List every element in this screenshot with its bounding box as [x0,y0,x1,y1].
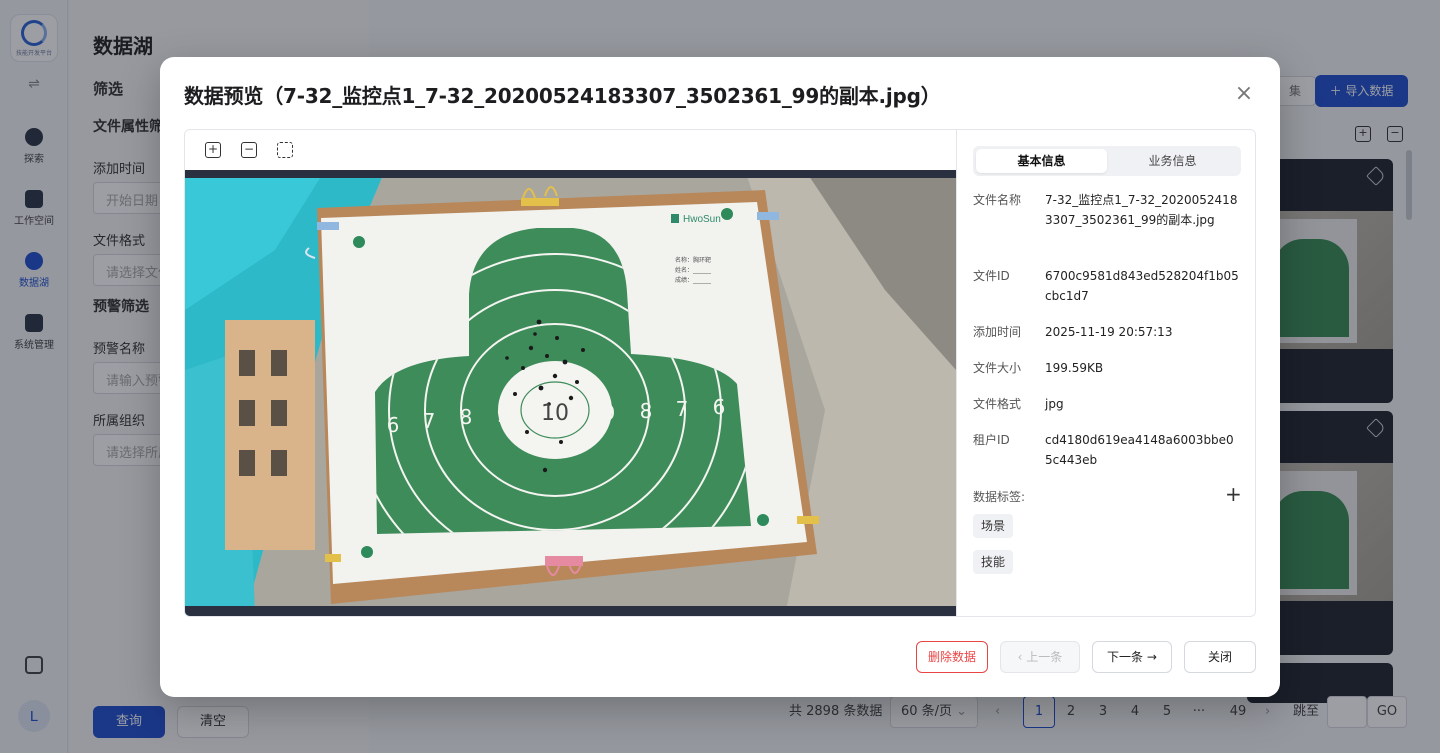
tag-chip[interactable]: 技能 [973,550,1014,574]
chevron-left-icon: ‹ [1017,650,1027,664]
modal-title: 数据预览（7-32_监控点1_7-32_20200524183307_35023… [184,84,941,108]
ring-number: 6 [387,413,400,437]
next-button[interactable]: 下一条 → [1092,641,1172,673]
close-button[interactable]: 关闭 [1184,641,1256,673]
field-key: 文件ID [973,269,1010,283]
zoom-in-icon[interactable]: + [205,142,221,158]
field-key: 文件名称 [973,193,1022,207]
field-value: cd4180d619ea4148a6003bbe05c443eb [1045,433,1234,467]
data-preview-modal: 数据预览（7-32_监控点1_7-32_20200524183307_35023… [160,57,1280,697]
info-panel: 基本信息 业务信息 文件名称 7-32_监控点1_7-32_2020052418… [956,130,1255,616]
field-value: 6700c9581d843ed528204f1b05cbc1d7 [1045,269,1239,303]
field-value: 199.59KB [1045,361,1104,375]
ring-number: 8 [460,405,473,429]
tab-business-info[interactable]: 业务信息 [1107,149,1238,173]
fit-screen-icon[interactable] [277,142,293,158]
tag-chip[interactable]: 场景 [973,514,1014,538]
form-line: 成绩：______ [675,276,712,284]
ring-number: 7 [676,397,689,421]
preview-viewer: + − 6 7 8 9 9 8 7 6 10 HwoSun 名称：胸环靶 姓名：… [184,129,1256,617]
ring-number: 7 [423,409,436,433]
field-key: 文件格式 [973,397,1022,411]
ring-number: 6 [713,395,726,419]
target-photo: 6 7 8 9 9 8 7 6 10 HwoSun 名称：胸环靶 姓名：____… [185,170,956,616]
preview-image[interactable]: 6 7 8 9 9 8 7 6 10 HwoSun 名称：胸环靶 姓名：____… [185,170,956,616]
field-value: 7-32_监控点1_7-32_20200524183307_3502361_99… [1045,193,1238,227]
ring-number: 8 [640,399,653,423]
prev-label: 上一条 [1026,650,1063,664]
center-number: 10 [541,401,569,426]
brand-text: HwoSun [683,214,721,225]
next-label: 下一条 [1107,650,1144,664]
tags-label: 数据标签: [973,490,1026,504]
form-line: 名称：胸环靶 [675,256,711,264]
close-icon[interactable]: × [1232,83,1256,107]
info-tabs: 基本信息 业务信息 [973,146,1241,176]
field-value: jpg [1045,397,1064,411]
ring-number: 9 [497,403,510,427]
ring-number: 9 [603,401,616,425]
field-key: 租户ID [973,433,1010,447]
prev-button[interactable]: ‹ 上一条 [1000,641,1080,673]
delete-data-button[interactable]: 删除数据 [916,641,988,673]
add-tag-icon[interactable]: + [1225,484,1242,504]
field-value: 2025-11-19 20:57:13 [1045,325,1173,339]
form-line: 姓名：______ [675,266,712,274]
viewer-toolbar: + − [185,130,956,170]
zoom-out-icon[interactable]: − [241,142,257,158]
field-key: 添加时间 [973,325,1022,339]
tab-basic-info[interactable]: 基本信息 [976,149,1107,173]
field-key: 文件大小 [973,361,1022,375]
arrow-right-icon: → [1143,650,1157,664]
